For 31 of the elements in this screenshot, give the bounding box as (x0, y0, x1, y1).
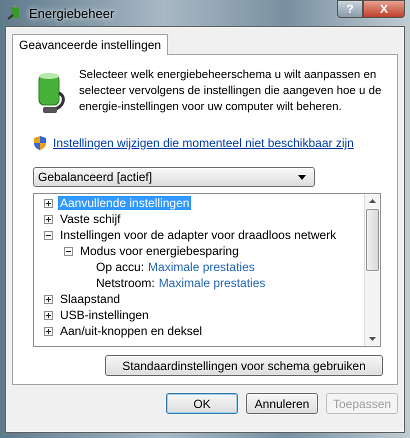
tree-item[interactable]: Instellingen voor de adapter voor draadloos netwerk (58, 228, 338, 242)
expander-icon[interactable] (44, 230, 53, 240)
tree-item[interactable]: Aan/uit-knoppen en deksel (58, 324, 204, 338)
restore-defaults-button[interactable]: Standaardinstellingen voor schema gebruiken (105, 355, 383, 376)
caret-icon (298, 174, 306, 180)
expander-icon[interactable] (64, 246, 73, 256)
expander-icon[interactable] (44, 294, 53, 304)
scheme-dropdown[interactable]: Gebalanceerd [actief] (33, 167, 315, 187)
tree-item[interactable]: USB-instellingen (58, 308, 151, 322)
change-settings-link[interactable]: Instellingen wijzigen die momenteel niet beschikbaar zijn (53, 136, 354, 150)
tree-item[interactable]: Vaste schijf (58, 212, 122, 226)
dialog-button[interactable]: OK (166, 393, 238, 414)
expander-icon[interactable] (44, 214, 53, 224)
setting-value-link[interactable]: Maximale prestaties (158, 276, 266, 290)
tree-item[interactable]: Modus voor energiebesparing (78, 244, 241, 258)
intro-text: Selecteer welk energiebeheerschema u wilt aanpassen en selecteer vervolgens de instellingen die aangeven hoe u de energie-instellingen voor uw computer wilt beheren. (79, 68, 382, 115)
expander-icon[interactable] (44, 326, 53, 336)
shield-icon (33, 135, 47, 151)
window-title: Energiebeheer (29, 6, 114, 20)
tree-item[interactable]: Slaapstand (58, 292, 122, 306)
scroll-down-icon[interactable] (369, 337, 376, 341)
dialog-button[interactable]: Annuleren (246, 393, 318, 414)
setting-value-link[interactable]: Maximale prestaties (148, 260, 255, 274)
setting-label: Op accu: (96, 260, 144, 274)
expander-icon[interactable] (44, 310, 53, 320)
setting-label: Netstroom: (96, 276, 155, 290)
scroll-thumb[interactable] (366, 209, 379, 271)
tab[interactable]: Geavanceerde instellingen (12, 34, 168, 55)
scroll-up-icon[interactable] (369, 199, 376, 203)
expander-icon[interactable] (44, 198, 53, 208)
vertical-scrollbar[interactable] (364, 194, 380, 346)
